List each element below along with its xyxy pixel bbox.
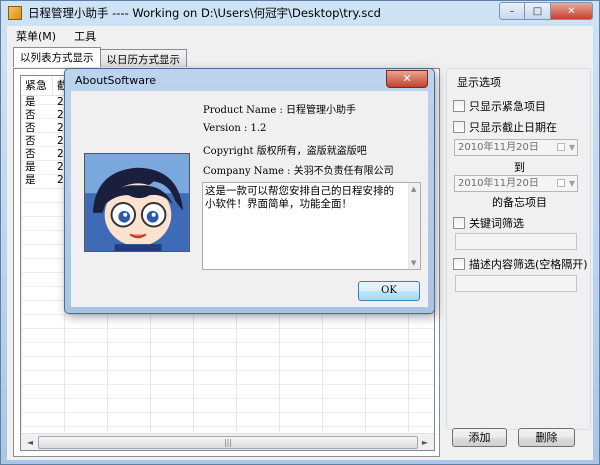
urgent-cell: 否 [25,109,36,121]
urgent-only-checkbox[interactable] [453,100,465,112]
vertical-scrollbar[interactable]: ▲ ▼ [408,183,420,269]
urgent-cell: 是 [25,174,36,186]
menu-bar: 菜单(M) 工具 [7,26,593,46]
menu-main[interactable]: 菜单(M) [7,28,65,44]
horizontal-scrollbar[interactable]: ◄ ||| ► [21,433,434,450]
scroll-left-arrow[interactable]: ◄ [23,436,37,449]
dialog-close-button[interactable]: ✕ [386,70,428,88]
company-name-text: Company Name : 关羽不负责任有限公司 [203,166,394,177]
keyword-filter-option[interactable]: 关键词筛选 [453,215,524,231]
deadline-only-option[interactable]: 只显示截止日期在 [453,119,557,135]
urgent-cell: 是 [25,96,36,108]
keyword-filter-label: 关键词筛选 [469,217,524,230]
description-textbox[interactable]: 这是一款可以帮您安排自己的日程安排的小软件！界面简单，功能全面！ ▲ ▼ [202,182,421,270]
desc-filter-input[interactable] [455,275,577,292]
scroll-up-arrow[interactable]: ▲ [411,185,416,193]
display-options-group: 显示选项 只显示紧急项目 只显示截止日期在 2010年11月20日 ▼ 到 20… [446,68,591,430]
calendar-icon [557,179,565,187]
desc-filter-label: 描述内容筛选(空格隔开) [469,258,588,271]
desc-filter-option[interactable]: 描述内容筛选(空格隔开) [453,256,588,272]
urgent-cell: 否 [25,148,36,160]
about-dialog: AboutSoftware ✕ Product Name : 日程管理小助手 V… [64,68,435,314]
urgent-cell: 否 [25,122,36,134]
scroll-down-arrow[interactable]: ▼ [411,259,416,267]
calendar-icon [557,143,565,151]
dialog-title: AboutSoftware [75,74,157,87]
keyword-input[interactable] [455,233,577,250]
scroll-right-arrow[interactable]: ► [418,436,432,449]
close-button[interactable]: ✕ [551,2,593,20]
title-bar[interactable]: 日程管理小助手 ---- Working on D:\Users\何冠宇\Des… [1,1,599,25]
app-icon [8,6,22,20]
minimize-button[interactable]: – [499,2,525,20]
urgent-only-option[interactable]: 只显示紧急项目 [453,98,546,114]
menu-tools[interactable]: 工具 [65,28,105,44]
window-controls: – □ ✕ [499,2,593,20]
description-text: 这是一款可以帮您安排自己的日程安排的小软件！界面简单，功能全面！ [205,185,394,210]
options-title: 显示选项 [455,74,503,90]
column-header-urgent[interactable]: 紧急 [21,76,53,96]
scrollbar-thumb[interactable]: ||| [38,436,418,449]
tab-calendar-view[interactable]: 以日历方式显示 [99,49,187,67]
chevron-down-icon[interactable]: ▼ [569,176,575,191]
chevron-down-icon[interactable]: ▼ [569,140,575,155]
date-from-value: 2010年11月20日 [458,142,539,153]
product-name-text: Product Name : 日程管理小助手 [203,105,357,116]
deadline-only-checkbox[interactable] [453,121,465,133]
date-to-picker[interactable]: 2010年11月20日 ▼ [454,175,578,192]
copyright-text: Copyright 版权所有，盗版就盗版吧 [203,146,367,157]
cartoon-avatar-image [84,153,190,252]
ok-button[interactable]: OK [358,281,420,301]
tab-list-view[interactable]: 以列表方式显示 [13,47,101,67]
delete-button[interactable]: 删除 [518,428,575,447]
maximize-button[interactable]: □ [525,2,551,20]
urgent-cell: 否 [25,135,36,147]
memo-suffix-label: 的备忘项目 [492,196,547,209]
version-text: Version : 1.2 [203,123,267,134]
urgent-cell: 是 [25,161,36,173]
date-to-value: 2010年11月20日 [458,178,539,189]
view-tabs: 以列表方式显示 以日历方式显示 [13,47,187,67]
urgent-only-label: 只显示紧急项目 [469,100,546,113]
dialog-body: Product Name : 日程管理小助手 Version : 1.2 Cop… [71,91,428,307]
deadline-only-label: 只显示截止日期在 [469,121,557,134]
keyword-filter-checkbox[interactable] [453,217,465,229]
to-label: 到 [514,161,525,174]
window-title: 日程管理小助手 ---- Working on D:\Users\何冠宇\Des… [28,6,381,20]
desc-filter-checkbox[interactable] [453,258,465,270]
date-from-picker[interactable]: 2010年11月20日 ▼ [454,139,578,156]
add-button[interactable]: 添加 [452,428,507,447]
